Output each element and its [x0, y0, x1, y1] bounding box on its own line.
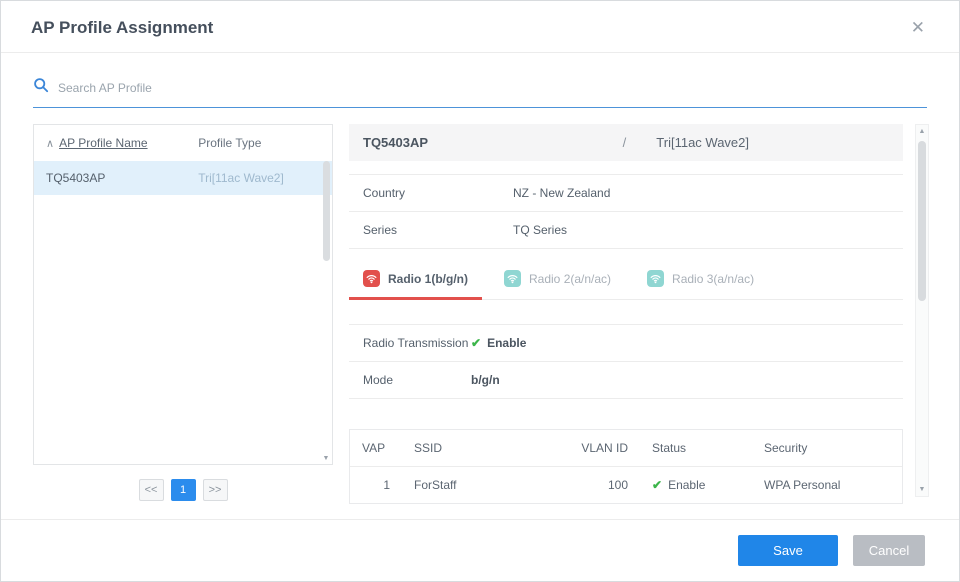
security-column-header: Security [752, 430, 902, 467]
column-profile-type[interactable]: Profile Type [198, 136, 320, 150]
left-scrollbar-thumb[interactable] [323, 161, 330, 261]
check-icon: ✔ [471, 336, 481, 350]
field-series: Series TQ Series [349, 212, 903, 249]
field-value: NZ - New Zealand [513, 186, 610, 200]
dialog-footer: Save Cancel [1, 519, 959, 581]
dialog-header: AP Profile Assignment ✕ [1, 1, 959, 53]
vap-table-row: 1 ForStaff 100 ✔ Enable WPA Personal [350, 467, 902, 503]
detail-fields: Country NZ - New Zealand Series TQ Serie… [349, 174, 903, 249]
ap-profile-assignment-dialog: AP Profile Assignment ✕ ∧ AP Profile Name… [1, 1, 959, 581]
vap-table: VAP SSID VLAN ID Status Security 1 ForSt… [349, 429, 903, 504]
scroll-up-icon[interactable]: ▲ [916, 128, 928, 135]
tab-radio-1[interactable]: Radio 1(b/g/n) [349, 261, 482, 300]
scroll-down-icon[interactable]: ▼ [320, 455, 332, 462]
setting-value-text: b/g/n [471, 373, 500, 387]
setting-label: Radio Transmission [363, 336, 471, 350]
vlan-cell: 100 [550, 467, 640, 503]
wifi-icon [647, 270, 664, 287]
search-input[interactable] [58, 81, 927, 95]
pager-last-button[interactable]: >> [203, 479, 228, 501]
profile-list: ∧ AP Profile Name Profile Type TQ5403AP T… [33, 124, 333, 465]
left-scrollbar[interactable]: ▼ [320, 159, 332, 464]
radio-settings: Radio Transmission ✔ Enable Mode b/g/n [349, 324, 903, 399]
profile-name-cell: TQ5403AP [46, 171, 198, 185]
check-icon: ✔ [652, 478, 662, 492]
vap-table-header: VAP SSID VLAN ID Status Security [350, 430, 902, 467]
profile-list-row[interactable]: TQ5403AP Tri[11ac Wave2] [34, 161, 332, 195]
tab-label: Radio 2(a/n/ac) [529, 272, 611, 286]
detail-type-group: / Tri[11ac Wave2] [623, 135, 889, 150]
mode-row: Mode b/g/n [349, 362, 903, 399]
profile-list-panel: ∧ AP Profile Name Profile Type TQ5403AP T… [33, 124, 333, 505]
security-cell: WPA Personal [752, 467, 902, 503]
status-column-header: Status [640, 430, 752, 467]
vlan-column-header: VLAN ID [550, 430, 640, 467]
search-icon [33, 77, 49, 98]
setting-label: Mode [363, 373, 471, 387]
dialog-title: AP Profile Assignment [31, 18, 213, 38]
tab-radio-3[interactable]: Radio 3(a/n/ac) [633, 261, 768, 300]
profile-list-header: ∧ AP Profile Name Profile Type [34, 125, 332, 161]
right-scrollbar[interactable]: ▲ ▼ [915, 124, 929, 497]
close-icon[interactable]: ✕ [907, 17, 929, 38]
column-ap-profile-name[interactable]: ∧ AP Profile Name [46, 136, 198, 150]
field-label: Series [363, 223, 513, 237]
setting-value: ✔ Enable [471, 336, 526, 350]
vap-cell: 1 [350, 467, 402, 503]
save-button[interactable]: Save [738, 535, 838, 566]
separator: / [623, 135, 627, 150]
scroll-down-icon[interactable]: ▼ [916, 486, 928, 493]
detail-profile-name: TQ5403AP [363, 135, 428, 150]
sort-caret-icon[interactable]: ∧ [46, 138, 54, 150]
wifi-icon [504, 270, 521, 287]
pagination: << 1 >> [33, 465, 333, 505]
profile-type-cell: Tri[11ac Wave2] [198, 171, 320, 185]
pager-first-button[interactable]: << [139, 479, 164, 501]
profile-detail-panel: TQ5403AP / Tri[11ac Wave2] Country NZ - … [349, 124, 929, 505]
radio-transmission-row: Radio Transmission ✔ Enable [349, 324, 903, 362]
wifi-icon [363, 270, 380, 287]
status-cell: ✔ Enable [640, 467, 752, 503]
ssid-cell: ForStaff [402, 467, 550, 503]
detail-header: TQ5403AP / Tri[11ac Wave2] [349, 124, 903, 161]
right-scrollbar-thumb[interactable] [918, 141, 926, 301]
tab-label: Radio 1(b/g/n) [388, 272, 468, 286]
field-value: TQ Series [513, 223, 567, 237]
radio-tabs: Radio 1(b/g/n) Radio 2(a/n/ac) [349, 261, 903, 300]
dialog-content: ∧ AP Profile Name Profile Type TQ5403AP T… [33, 124, 929, 505]
setting-value-text: Enable [487, 336, 526, 350]
tab-label: Radio 3(a/n/ac) [672, 272, 754, 286]
detail-profile-type: Tri[11ac Wave2] [656, 135, 749, 150]
column-label-name[interactable]: AP Profile Name [59, 136, 147, 150]
cancel-button[interactable]: Cancel [853, 535, 925, 566]
search-bar [33, 77, 927, 108]
field-country: Country NZ - New Zealand [349, 174, 903, 212]
field-label: Country [363, 186, 513, 200]
pager-page-1-button[interactable]: 1 [171, 479, 196, 501]
status-text: Enable [668, 478, 705, 492]
tab-radio-2[interactable]: Radio 2(a/n/ac) [490, 261, 625, 300]
vap-column-header: VAP [350, 430, 402, 467]
ssid-column-header: SSID [402, 430, 550, 467]
